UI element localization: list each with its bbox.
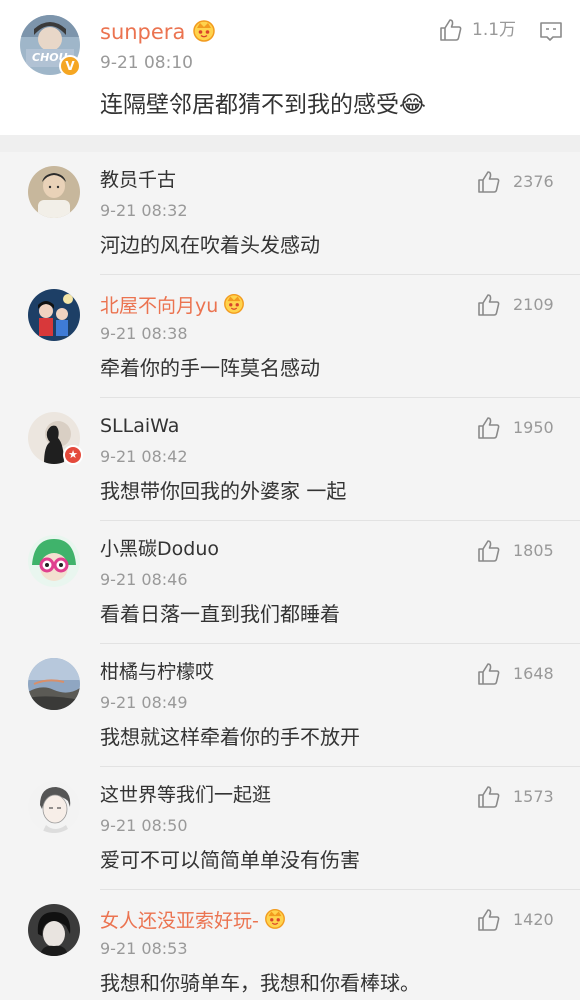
comment-text: 我想带你回我的外婆家 一起 <box>100 479 347 503</box>
comment-time: 9-21 08:38 <box>100 324 188 343</box>
thumbs-up-icon <box>478 540 500 562</box>
comment-time: 9-21 08:49 <box>100 693 188 712</box>
vip-crown-icon <box>222 291 246 321</box>
vip-crown-icon <box>263 906 287 936</box>
like-count: 1420 <box>513 910 554 929</box>
like-button[interactable] <box>476 784 502 814</box>
verified-badge-icon: V <box>59 55 81 77</box>
like-count: 1950 <box>513 418 554 437</box>
like-count: 1.1万 <box>472 20 517 40</box>
thumbs-up-icon <box>478 663 500 685</box>
list-item: 柑橘与柠檬哎 9-21 08:49 我想就这样牵着你的手不放开 1648 <box>0 644 580 767</box>
username[interactable]: 教员千古 <box>100 168 176 192</box>
username[interactable]: sunpera <box>100 20 185 44</box>
like-button[interactable] <box>476 415 502 445</box>
section-divider <box>0 135 580 152</box>
comment-text: 看着日落一直到我们都睡着 <box>100 602 340 626</box>
username[interactable]: 北屋不向月yu <box>100 291 246 321</box>
comment-text: 牵着你的手一阵莫名感动 <box>100 356 320 380</box>
like-button[interactable] <box>476 538 502 568</box>
thumbs-up-icon <box>478 909 500 931</box>
comment-text: 连隔壁邻居都猜不到我的感受😂 <box>100 92 426 118</box>
username[interactable]: 小黑碳Doduo <box>100 537 219 561</box>
comment-time: 9-21 08:10 <box>100 53 193 73</box>
like-button[interactable] <box>476 292 502 322</box>
list-item: 北屋不向月yu 9-21 08:38 牵着你的手一阵莫名感动 2109 <box>0 275 580 398</box>
reply-button[interactable] <box>539 20 563 48</box>
comment-time: 9-21 08:46 <box>100 570 188 589</box>
like-button[interactable] <box>438 17 464 47</box>
vip-crown-icon <box>191 17 217 47</box>
comment-icon <box>540 22 562 41</box>
comment-time: 9-21 08:53 <box>100 939 188 958</box>
like-button[interactable] <box>476 661 502 691</box>
like-count: 1648 <box>513 664 554 683</box>
thumbs-up-icon <box>440 19 462 41</box>
thumbs-up-icon <box>478 171 500 193</box>
avatar[interactable] <box>28 658 80 710</box>
like-button[interactable] <box>476 169 502 199</box>
avatar[interactable] <box>28 781 80 833</box>
list-item: 教员千古 9-21 08:32 河边的风在吹着头发感动 2376 <box>0 152 580 275</box>
comment-text: 爱可不可以简简单单没有伤害 <box>100 848 360 872</box>
username[interactable]: 这世界等我们一起逛 <box>100 783 271 807</box>
comment-time: 9-21 08:42 <box>100 447 188 466</box>
comment-time: 9-21 08:32 <box>100 201 188 220</box>
avatar[interactable] <box>28 904 80 956</box>
username[interactable]: SLLaiWa <box>100 414 179 438</box>
comment-time: 9-21 08:50 <box>100 816 188 835</box>
thumbs-up-icon <box>478 786 500 808</box>
list-item: 女人还没亚索好玩- 9-21 08:53 我想和你骑单车，我想和你看棒球。 14… <box>0 890 580 1000</box>
avatar[interactable] <box>28 166 80 218</box>
comment-text: 我想和你骑单车，我想和你看棒球。 <box>100 971 420 995</box>
badge-icon: ★ <box>63 445 83 465</box>
like-count: 1805 <box>513 541 554 560</box>
like-count: 2109 <box>513 295 554 314</box>
main-comment: CHOU V sunpera 9-21 08:10 连隔壁邻居都猜不到我的感受😂… <box>0 0 580 135</box>
list-item: 这世界等我们一起逛 9-21 08:50 爱可不可以简简单单没有伤害 1573 <box>0 767 580 890</box>
list-item: 小黑碳Doduo 9-21 08:46 看着日落一直到我们都睡着 1805 <box>0 521 580 644</box>
username[interactable]: 女人还没亚索好玩- <box>100 906 287 936</box>
like-count: 2376 <box>513 172 554 191</box>
username[interactable]: 柑橘与柠檬哎 <box>100 660 214 684</box>
thumbs-up-icon <box>478 417 500 439</box>
avatar[interactable] <box>28 289 80 341</box>
like-button[interactable] <box>476 907 502 937</box>
comment-text: 河边的风在吹着头发感动 <box>100 233 320 257</box>
comment-text: 我想就这样牵着你的手不放开 <box>100 725 360 749</box>
list-item: ★ SLLaiWa 9-21 08:42 我想带你回我的外婆家 一起 1950 <box>0 398 580 521</box>
avatar[interactable] <box>28 535 80 587</box>
thumbs-up-icon <box>478 294 500 316</box>
like-count: 1573 <box>513 787 554 806</box>
